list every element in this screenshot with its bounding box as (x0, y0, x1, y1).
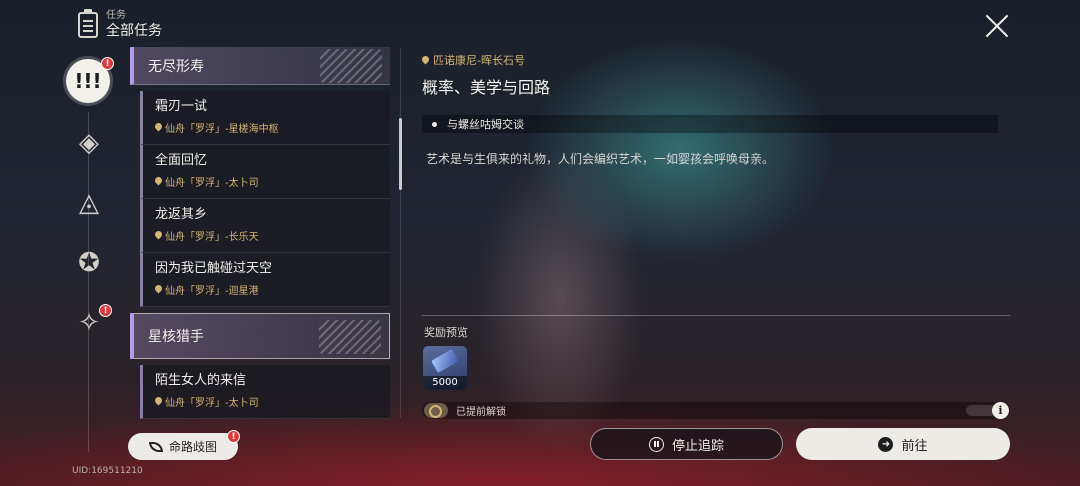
page-header: 任务 全部任务 (78, 9, 162, 40)
quest-detail: 匹诺康尼-晖长石号 概率、美学与回路 (422, 52, 1012, 98)
quest-location: 仙舟「罗浮」-迴星港 (155, 282, 390, 297)
quest-group-header[interactable]: 星核猎手 (130, 313, 390, 359)
quest-item[interactable]: 龙返其乡 仙舟「罗浮」-长乐天 (140, 199, 390, 253)
stop-tracking-button[interactable]: 停止追踪 (590, 428, 783, 460)
go-button[interactable]: ➜ 前往 (796, 428, 1010, 460)
companion-icon: ◬ (79, 188, 99, 218)
category-companion[interactable]: ◬ (70, 184, 108, 222)
quest-item[interactable]: 陌生女人的来信 仙舟「罗浮」-太卜司 (140, 365, 390, 419)
fate-map-label: 命路歧图 (168, 440, 217, 454)
stop-tracking-label: 停止追踪 (671, 438, 724, 454)
user-id: UID:169511210 (72, 466, 143, 476)
arrow-right-icon: ➜ (878, 436, 894, 452)
clipboard-icon (78, 9, 98, 38)
group-title: 星核猎手 (148, 329, 204, 345)
ticket-icon (431, 348, 459, 374)
quest-title: 因为我已触碰过天空 (155, 261, 273, 276)
unlock-text: 已提前解锁 (456, 407, 506, 418)
list-scroll-track (400, 48, 401, 418)
quest-description: 艺术是与生俱来的礼物，人们会编织艺术，一如婴孩会呼唤母亲。 (426, 152, 775, 166)
quest-detail-title: 概率、美学与回路 (422, 78, 551, 97)
quest-location: 仙舟「罗浮」-太卜司 (155, 174, 390, 189)
pause-icon (648, 436, 664, 452)
location-pin-icon (422, 56, 429, 65)
exclamation-icon: !!! (74, 69, 102, 93)
quest-item[interactable]: 霜刃一试 仙舟「罗浮」-星槎海中枢 (140, 91, 390, 145)
location-pin-icon (155, 231, 162, 240)
page-title: 全部任务 (106, 23, 162, 39)
location-pin-icon (155, 285, 162, 294)
notification-badge: ! (227, 430, 240, 443)
list-scrollbar[interactable] (399, 118, 402, 190)
category-rail (0, 0, 130, 486)
quest-region: 匹诺康尼-晖长石号 (422, 52, 1012, 68)
reward-divider (422, 315, 1010, 316)
group-emblem-icon (320, 49, 382, 83)
category-trailblaze[interactable]: ◈ (70, 124, 108, 162)
notification-badge: ! (101, 57, 114, 70)
unlock-coin-icon (424, 403, 448, 418)
quest-objective: 与螺丝咕姆交谈 (422, 115, 998, 133)
quest-title: 霜刃一试 (155, 99, 208, 114)
fate-map-button[interactable]: 命路歧图 ! (128, 430, 240, 460)
go-label: 前往 (901, 438, 928, 454)
quest-group-header[interactable]: 无尽形寿 (130, 47, 390, 85)
quest-location: 仙舟「罗浮」-星槎海中枢 (155, 120, 390, 135)
quest-title: 全面回忆 (155, 153, 208, 168)
header-sub-label: 任务 (106, 10, 126, 21)
reward-quantity: 5000 (423, 376, 467, 390)
quest-location: 仙舟「罗浮」-长乐天 (155, 228, 390, 243)
close-button[interactable] (984, 13, 1010, 39)
quest-title: 龙返其乡 (155, 207, 208, 222)
unlock-status-bar: 已提前解锁 (422, 402, 1010, 419)
location-pin-icon (155, 397, 162, 406)
rail-divider (88, 112, 89, 452)
leaf-icon (148, 441, 163, 452)
adventure-icon: ✪ (78, 248, 100, 278)
objective-text: 与螺丝咕姆交谈 (447, 118, 524, 131)
trailblaze-icon: ◈ (79, 128, 99, 158)
location-pin-icon (155, 123, 162, 132)
info-icon[interactable]: i (992, 402, 1009, 419)
reward-label: 奖励预览 (424, 326, 468, 339)
notification-badge: ! (99, 304, 112, 317)
bullet-icon (432, 121, 437, 127)
group-title: 无尽形寿 (148, 58, 204, 75)
category-all-quests[interactable]: !!! ! (66, 57, 114, 103)
category-adventure[interactable]: ✪ (70, 244, 108, 282)
quest-title: 陌生女人的来信 (155, 373, 247, 388)
quest-list: 无尽形寿 霜刃一试 仙舟「罗浮」-星槎海中枢 全面回忆 仙舟「罗浮」-太卜司 龙… (130, 47, 392, 419)
location-pin-icon (155, 177, 162, 186)
daily-icon: ✧ (78, 308, 100, 338)
quest-location: 仙舟「罗浮」-太卜司 (155, 394, 390, 409)
quest-item[interactable]: 因为我已触碰过天空 仙舟「罗浮」-迴星港 (140, 253, 390, 307)
quest-item[interactable]: 全面回忆 仙舟「罗浮」-太卜司 (140, 145, 390, 199)
group-emblem-icon (319, 320, 381, 354)
reward-item[interactable]: 5000 (423, 346, 467, 390)
category-daily[interactable]: ✧ ! (70, 304, 112, 342)
